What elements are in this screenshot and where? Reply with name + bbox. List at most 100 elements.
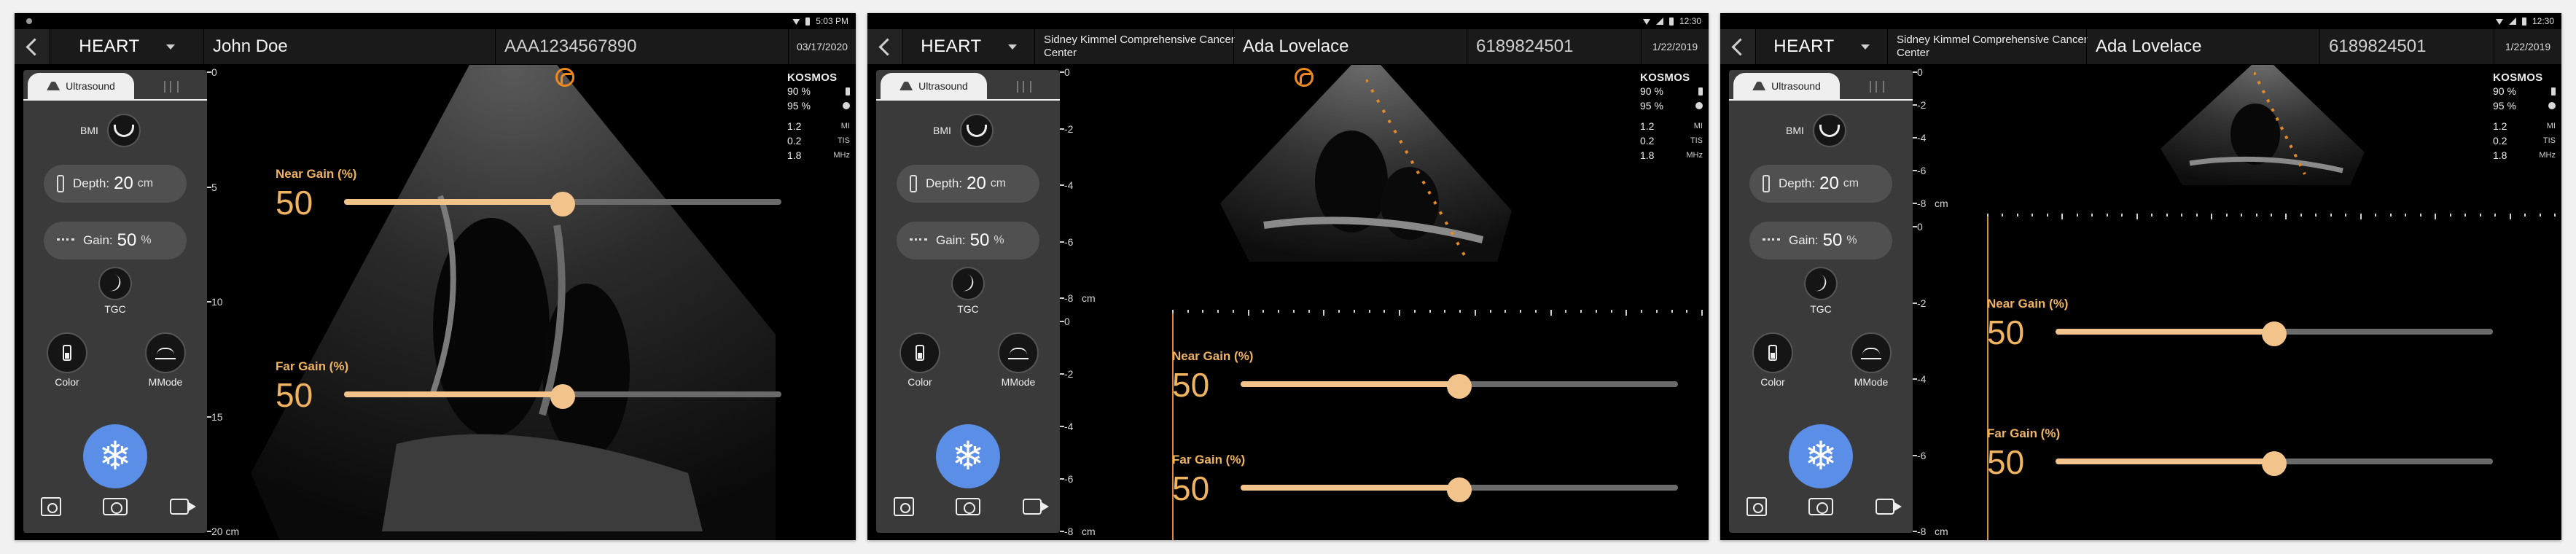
patient-id[interactable]: 6189824501 <box>2319 29 2504 64</box>
mmode-sweep-line <box>1987 216 1988 540</box>
preset-selector[interactable]: HEART <box>50 29 203 64</box>
tgc-button[interactable] <box>951 267 985 300</box>
brightness-icon <box>2548 102 2556 109</box>
depth-scale-tick <box>207 531 211 532</box>
tab-ultrasound[interactable]: Ultrasound <box>1733 73 1840 99</box>
tab-secondary[interactable] <box>993 76 1055 98</box>
imaging-viewport[interactable]: 0 5 10 15 20 cm Near Gain (%) 50 Far Gain (%… <box>207 65 856 540</box>
color-button[interactable] <box>899 332 940 373</box>
freeze-button[interactable]: ❄ <box>1789 424 1853 488</box>
capture-image-button[interactable] <box>948 489 988 524</box>
near-gain-thumb[interactable] <box>2262 321 2287 346</box>
freeze-button[interactable]: ❄ <box>83 424 147 488</box>
brightness-icon <box>843 102 850 109</box>
institution-line-2: Center <box>1897 47 1930 59</box>
time-axis-tick <box>1489 310 1491 313</box>
tgc-control: TGC <box>946 267 990 315</box>
mmode-control: MMode <box>140 332 191 388</box>
depth-scale-label: 10 <box>211 296 223 308</box>
color-control: Color <box>45 332 89 388</box>
status-time: 5:03 PM <box>816 16 848 26</box>
record-video-button[interactable] <box>1012 489 1053 524</box>
depth-control[interactable]: Depth: 20 cm <box>1749 165 1892 203</box>
institution-name: Sidney Kimmel Comprehensive Cancer Cente… <box>1034 29 1242 64</box>
imaging-viewport[interactable]: 0 -2 -4 -6 -8 cm 0 -2 -4 -6 -8 cm Near Gain (%) 50… <box>1060 65 1709 540</box>
mmode-icon <box>1008 346 1029 359</box>
far-gain-thumb[interactable] <box>1447 477 1472 502</box>
color-button[interactable] <box>1752 332 1793 373</box>
near-gain-thumb[interactable] <box>1447 374 1472 399</box>
freeze-button[interactable]: ❄ <box>936 424 1000 488</box>
mmode-icon <box>155 346 176 359</box>
far-gain-slider[interactable]: Far Gain (%) 50 <box>276 359 800 418</box>
bmi-button[interactable] <box>959 114 994 147</box>
save-clip-button[interactable] <box>1736 489 1777 524</box>
mi-unit: MI <box>1693 122 1703 130</box>
far-gain-label: Far Gain (%) <box>1172 453 1246 467</box>
tis-unit: TIS <box>1690 136 1703 145</box>
depth-control[interactable]: Depth: 20 cm <box>44 165 187 203</box>
back-button[interactable] <box>1720 29 1756 64</box>
far-gain-value: 50 <box>1987 443 2025 481</box>
mmode-line <box>1366 79 1470 262</box>
time-axis-tick <box>2315 214 2317 216</box>
mmode-button[interactable] <box>145 332 186 373</box>
near-gain-slider[interactable]: Near Gain (%) 50 <box>1987 297 2512 355</box>
patient-name[interactable]: Ada Lovelace <box>1233 29 1476 64</box>
far-gain-thumb[interactable] <box>2262 451 2287 476</box>
gain-control[interactable]: Gain: 50 % <box>1749 222 1892 260</box>
tab-ultrasound[interactable]: Ultrasound <box>28 73 134 99</box>
time-axis-tick <box>2225 214 2228 216</box>
far-gain-thumb[interactable] <box>550 384 575 409</box>
mi-value: 1.2 <box>1640 120 1655 132</box>
capture-image-button[interactable] <box>95 489 136 524</box>
time-axis-tick <box>1580 310 1582 313</box>
back-button[interactable] <box>15 29 50 64</box>
gain-control[interactable]: Gain: 50 % <box>44 222 187 260</box>
time-axis-tick <box>2255 214 2257 216</box>
mmode-line <box>2254 72 2306 175</box>
time-axis-tick <box>1262 310 1265 313</box>
far-gain-value: 50 <box>1172 469 1210 507</box>
far-gain-slider[interactable]: Far Gain (%) 50 <box>1987 426 2512 485</box>
patient-name[interactable]: John Doe <box>203 29 504 64</box>
back-button[interactable] <box>867 29 903 64</box>
tab-ultrasound[interactable]: Ultrasound <box>881 73 987 99</box>
gain-label: Gain: <box>1789 233 1819 247</box>
capture-image-button[interactable] <box>1800 489 1841 524</box>
mmode-button[interactable] <box>998 332 1039 373</box>
bmi-button[interactable] <box>106 114 141 147</box>
bmi-button[interactable] <box>1812 114 1846 147</box>
near-gain-thumb[interactable] <box>550 192 575 216</box>
preset-selector[interactable]: HEART <box>903 29 1034 64</box>
save-clip-button[interactable] <box>31 489 71 524</box>
patient-name[interactable]: Ada Lovelace <box>2086 29 2329 64</box>
save-clip-button[interactable] <box>883 489 924 524</box>
preset-selector[interactable]: HEART <box>1756 29 1887 64</box>
depth-scale-label: 5 <box>211 181 217 193</box>
tis-value: 0.2 <box>2493 135 2507 147</box>
tgc-button[interactable] <box>98 267 132 300</box>
near-gain-slider[interactable]: Near Gain (%) 50 <box>1172 349 1697 407</box>
depth-scale-label: 15 <box>211 410 223 423</box>
record-video-button[interactable] <box>1865 489 1905 524</box>
tab-secondary[interactable] <box>140 76 203 98</box>
time-axis-tick <box>1459 310 1461 313</box>
far-gain-slider[interactable]: Far Gain (%) 50 <box>1172 453 1697 511</box>
record-video-button[interactable] <box>159 489 200 524</box>
gain-icon <box>1763 238 1780 243</box>
gain-control[interactable]: Gain: 50 % <box>897 222 1039 260</box>
tgc-button[interactable] <box>1804 267 1838 300</box>
battery-small-icon <box>2551 87 2556 95</box>
time-axis-tick <box>2435 214 2437 219</box>
imaging-viewport[interactable]: 0 -2 -4 -6 -8 cm 0 -2 -4 -6 -8 cm Near Gain (%) 50… <box>1913 65 2561 540</box>
mmode-button[interactable] <box>1851 332 1892 373</box>
color-button[interactable] <box>47 332 87 373</box>
patient-id[interactable]: AAA1234567890 <box>495 29 796 64</box>
depth-scale-tick <box>1060 321 1064 322</box>
depth-scale-label: -8 <box>1064 292 1074 304</box>
patient-id[interactable]: 6189824501 <box>1467 29 1651 64</box>
near-gain-slider[interactable]: Near Gain (%) 50 <box>276 167 800 225</box>
tab-secondary[interactable] <box>1846 76 1908 98</box>
depth-control[interactable]: Depth: 20 cm <box>897 165 1039 203</box>
